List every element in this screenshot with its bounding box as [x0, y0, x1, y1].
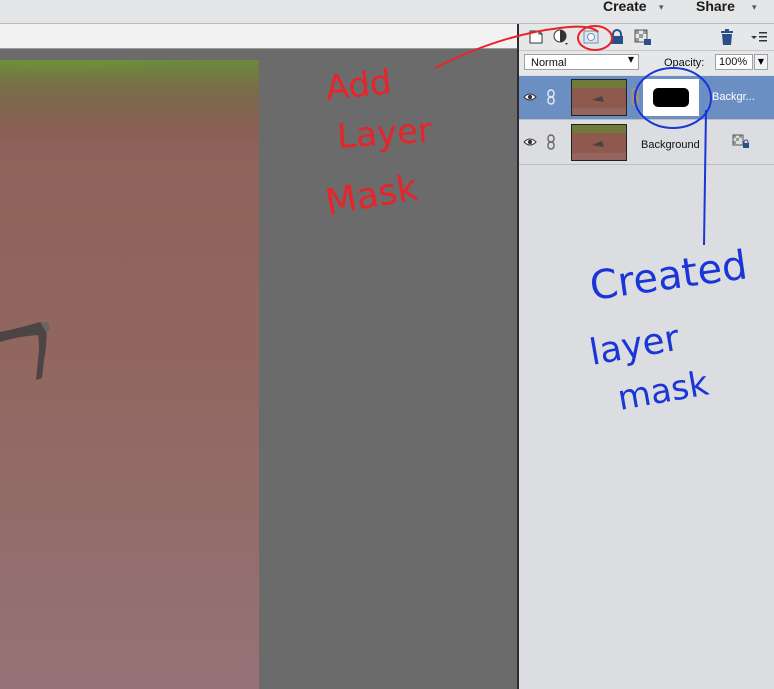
layer-name[interactable]: Background	[641, 139, 700, 151]
visibility-eye-icon[interactable]	[523, 136, 537, 148]
blend-mode-select[interactable]: Normal ▼	[524, 54, 639, 70]
chevron-down-icon: ▼	[627, 55, 634, 64]
create-menu[interactable]: Create	[603, 0, 647, 14]
new-layer-icon[interactable]	[526, 27, 546, 47]
layer-thumbnail[interactable]	[571, 124, 627, 161]
opacity-input[interactable]: 100%	[715, 54, 753, 70]
trash-icon[interactable]	[717, 27, 737, 47]
visibility-eye-icon[interactable]	[523, 91, 537, 103]
layers-panel: Normal ▼ Opacity: 100% ▼ Backgr... Backg…	[519, 24, 774, 689]
lock-all-icon[interactable]	[607, 27, 627, 47]
share-menu[interactable]: Share	[696, 0, 735, 14]
blend-options-row: Normal ▼ Opacity: 100% ▼	[519, 51, 774, 75]
layer-row-with-mask[interactable]: Backgr...	[519, 76, 774, 120]
lock-transparency-icon[interactable]	[633, 27, 653, 47]
layer-thumbnail[interactable]	[571, 79, 627, 116]
opacity-label: Opacity:	[664, 57, 705, 69]
add-layer-mask-icon[interactable]	[581, 27, 601, 47]
layer-mask-thumbnail[interactable]	[643, 79, 699, 116]
document-photo[interactable]	[0, 60, 259, 689]
mask-link-icon[interactable]	[630, 88, 640, 106]
adjustment-layer-icon[interactable]	[551, 27, 571, 47]
create-dropdown-icon[interactable]: ▾	[659, 3, 664, 13]
opacity-dropdown-button[interactable]: ▼	[754, 54, 768, 70]
link-icon[interactable]	[546, 134, 556, 150]
layer-row-background[interactable]: Background	[519, 121, 774, 165]
layer-name[interactable]: Backgr...	[712, 91, 755, 103]
menu-bar: Create ▾ Share ▾	[0, 0, 774, 24]
layers-toolbar	[519, 24, 774, 51]
panel-menu-icon[interactable]	[749, 27, 769, 47]
link-icon[interactable]	[546, 89, 556, 105]
layer-lock-icon	[732, 134, 749, 148]
share-dropdown-icon[interactable]: ▾	[752, 3, 757, 13]
document-tab-strip[interactable]	[0, 24, 517, 49]
blend-mode-value: Normal	[531, 57, 567, 69]
